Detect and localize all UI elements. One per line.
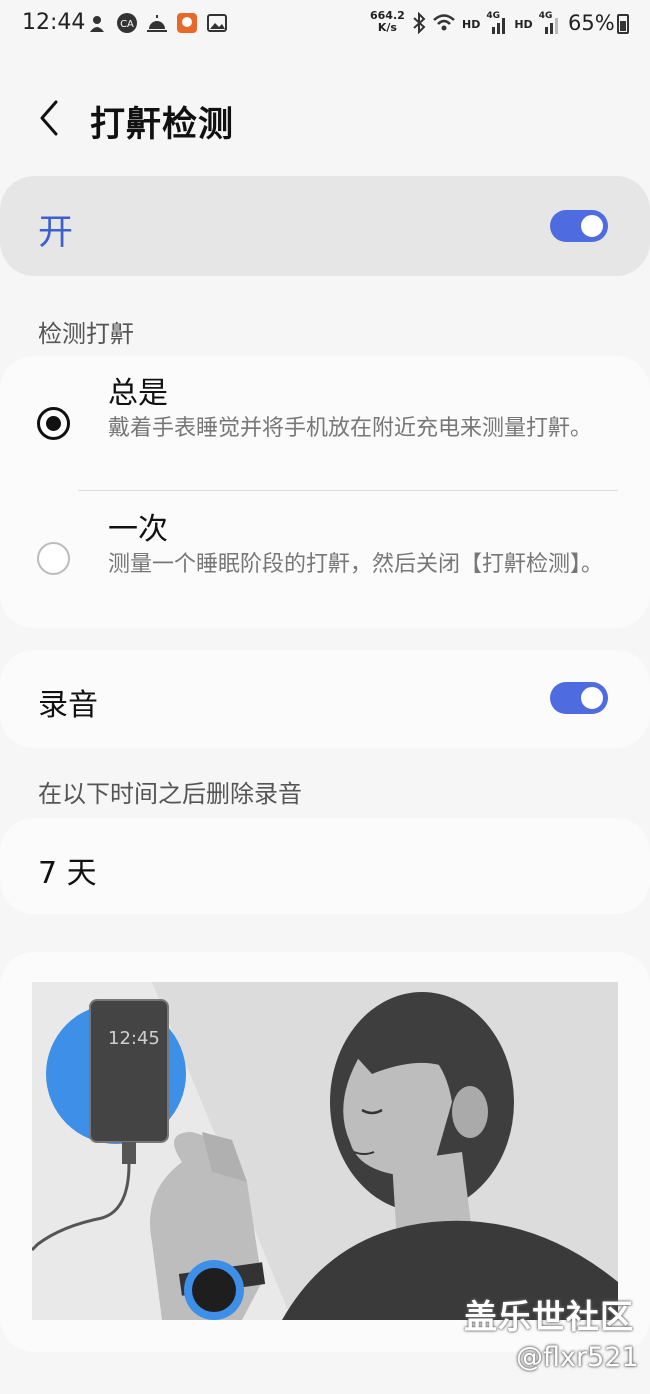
connectivity-icons: HD 4G HD 4G	[412, 11, 561, 37]
option-once-title: 一次	[108, 512, 168, 547]
option-always-title: 总是	[108, 376, 168, 411]
weather-icon	[146, 12, 168, 34]
detect-options-card: 总是 戴着手表睡觉并将手机放在附近充电来测量打鼾。 一次 测量一个睡眠阶段的打鼾…	[0, 356, 650, 628]
battery-icon	[617, 14, 629, 34]
recording-toggle[interactable]	[550, 682, 608, 714]
status-time: 12:44	[22, 10, 86, 35]
hd-label: HD	[514, 18, 533, 31]
svg-text:CA: CA	[120, 19, 134, 30]
network-speed-unit: K/s	[377, 21, 397, 34]
recording-row[interactable]: 录音	[0, 650, 650, 748]
signal-icon: 4G	[486, 11, 508, 35]
toggle-knob	[579, 685, 605, 711]
detect-section-label: 检测打鼾	[38, 320, 134, 348]
back-button[interactable]	[30, 96, 70, 140]
master-toggle[interactable]	[550, 210, 608, 242]
app-notification-icon: CA	[116, 12, 138, 34]
master-switch-row[interactable]: 开	[0, 176, 650, 276]
signal-icon: 4G	[539, 11, 561, 35]
chevron-left-icon	[40, 100, 58, 136]
battery-percent: 65%	[568, 11, 615, 35]
snoring-illustration: 12:45	[32, 982, 618, 1320]
watermark-community: 盖乐世社区	[464, 1297, 634, 1336]
app-notification-icon	[86, 12, 108, 34]
network-speed: 664.2 K/s	[370, 10, 405, 34]
app-header: 打鼾检测	[0, 80, 650, 160]
watermark-user: @flxr521	[516, 1342, 639, 1373]
page-title: 打鼾检测	[90, 105, 235, 145]
wifi-icon	[432, 13, 456, 36]
option-always-description: 戴着手表睡觉并将手机放在附近充电来测量打鼾。	[108, 416, 593, 441]
bluetooth-icon	[412, 11, 426, 37]
delete-section-label: 在以下时间之后删除录音	[38, 780, 302, 808]
app-notification-icon	[176, 12, 198, 34]
master-switch-label: 开	[38, 213, 74, 253]
gallery-icon	[206, 12, 228, 34]
delete-after-value: 7 天	[38, 856, 97, 891]
radio-always[interactable]	[37, 407, 70, 440]
notification-icons: CA	[86, 12, 228, 34]
toggle-knob	[579, 213, 605, 239]
status-bar: 12:44 CA 664.2 K/s HD 4G HD 4G 65%	[0, 0, 650, 50]
radio-once[interactable]	[37, 542, 70, 575]
hd-label: HD	[462, 18, 481, 31]
divider	[78, 490, 618, 491]
recording-label: 录音	[38, 688, 98, 723]
option-once-description: 测量一个睡眠阶段的打鼾，然后关闭【打鼾检测】。	[108, 552, 604, 577]
phone-clock: 12:45	[108, 1028, 160, 1049]
delete-after-row[interactable]: 7 天	[0, 818, 650, 914]
